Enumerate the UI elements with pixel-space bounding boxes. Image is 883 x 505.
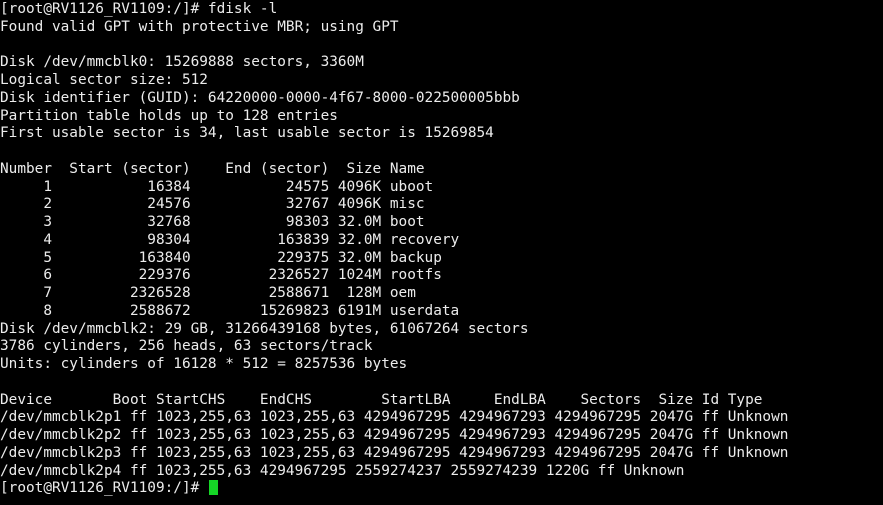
partition-row: 4 98304 163839 32.0M recovery	[0, 231, 460, 248]
output-line: Disk identifier (GUID): 64220000-0000-4f…	[0, 89, 520, 106]
partition-row: 2 24576 32767 4096K misc	[0, 196, 425, 213]
device-table-header: Device Boot StartCHS EndCHS StartLBA End…	[0, 391, 763, 408]
output-line: Logical sector size: 512	[0, 72, 208, 88]
output-line: First usable sector is 34, last usable s…	[0, 125, 494, 142]
output-line: Disk /dev/mmcblk2: 29 GB, 31266439168 by…	[0, 320, 529, 337]
device-row: /dev/mmcblk2p4 ff 1023,255,63 4294967295…	[0, 462, 685, 479]
device-row: /dev/mmcblk2p1 ff 1023,255,63 1023,255,6…	[0, 409, 789, 426]
partition-row: 6 229376 2326527 1024M rootfs	[0, 267, 442, 284]
text-cursor[interactable]	[208, 480, 218, 496]
output-line: Disk /dev/mmcblk0: 15269888 sectors, 336…	[0, 54, 364, 71]
output-line: Found valid GPT with protective MBR; usi…	[0, 18, 399, 35]
output-line: 3786 cylinders, 256 heads, 63 sectors/tr…	[0, 338, 373, 355]
terminal-window[interactable]: [root@RV1126_RV1109:/]# fdisk -l Found v…	[0, 1, 883, 505]
partition-row: 1 16384 24575 4096K uboot	[0, 178, 434, 195]
output-line: Units: cylinders of 16128 * 512 = 825753…	[0, 356, 408, 372]
partition-row: 8 2588672 15269823 6191M userdata	[0, 302, 460, 319]
partition-row: 3 32768 98303 32.0M boot	[0, 214, 425, 230]
prompt-line[interactable]: [root@RV1126_RV1109:/]#	[0, 480, 883, 498]
device-row: /dev/mmcblk2p2 ff 1023,255,63 1023,255,6…	[0, 427, 789, 443]
partition-row: 5 163840 229375 32.0M backup	[0, 249, 442, 266]
device-row: /dev/mmcblk2p3 ff 1023,255,63 1023,255,6…	[0, 444, 789, 461]
command-line: [root@RV1126_RV1109:/]# fdisk -l	[0, 1, 278, 17]
shell-prompt: [root@RV1126_RV1109:/]#	[0, 480, 208, 497]
output-line: Partition table holds up to 128 entries	[0, 107, 338, 124]
partition-row: 7 2326528 2588671 128M oem	[0, 285, 416, 301]
partition-table-header: Number Start (sector) End (sector) Size …	[0, 160, 425, 177]
